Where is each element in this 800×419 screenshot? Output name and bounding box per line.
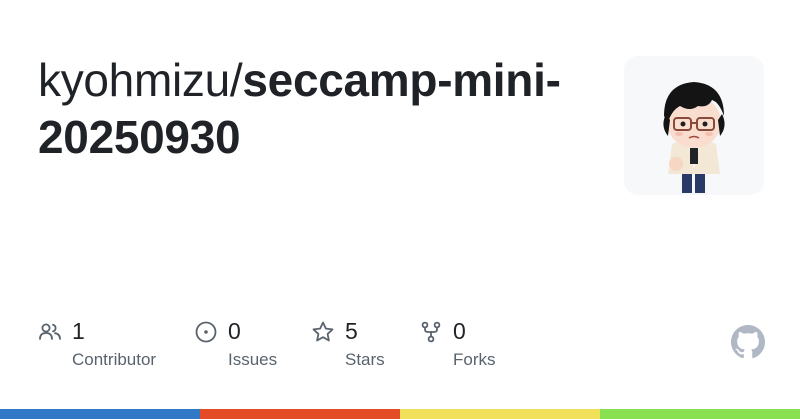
- repo-title-line2: 20250930: [38, 109, 598, 166]
- cartoon-avatar-icon: [663, 82, 725, 193]
- language-segment: [400, 409, 600, 419]
- repo-forked-icon: [421, 321, 441, 343]
- contributors-count: 1: [72, 318, 85, 344]
- repo-title-line1: kyohmizu/seccamp-mini-: [38, 52, 598, 109]
- language-segment: [600, 409, 800, 419]
- stars-count: 5: [345, 318, 358, 344]
- repo-title: kyohmizu/seccamp-mini- 20250930: [38, 52, 598, 166]
- contributors-label: Contributor: [72, 350, 157, 369]
- repo-name-part1: seccamp-mini-: [242, 54, 561, 106]
- issues-count: 0: [228, 318, 241, 344]
- language-segment: [0, 409, 200, 419]
- stars-label: Stars: [345, 350, 385, 369]
- language-segment: [200, 409, 400, 419]
- repo-owner: kyohmizu/: [38, 54, 243, 106]
- forks-label: Forks: [453, 350, 496, 369]
- people-icon: [39, 323, 61, 340]
- language-bar: [0, 409, 800, 419]
- issue-opened-icon: [195, 321, 217, 343]
- github-mark-icon: [731, 325, 765, 359]
- owner-avatar: [624, 56, 764, 195]
- star-icon: [312, 321, 334, 342]
- repo-name-part2: 20250930: [38, 111, 241, 163]
- issues-label: Issues: [228, 350, 278, 369]
- forks-count: 0: [453, 318, 466, 344]
